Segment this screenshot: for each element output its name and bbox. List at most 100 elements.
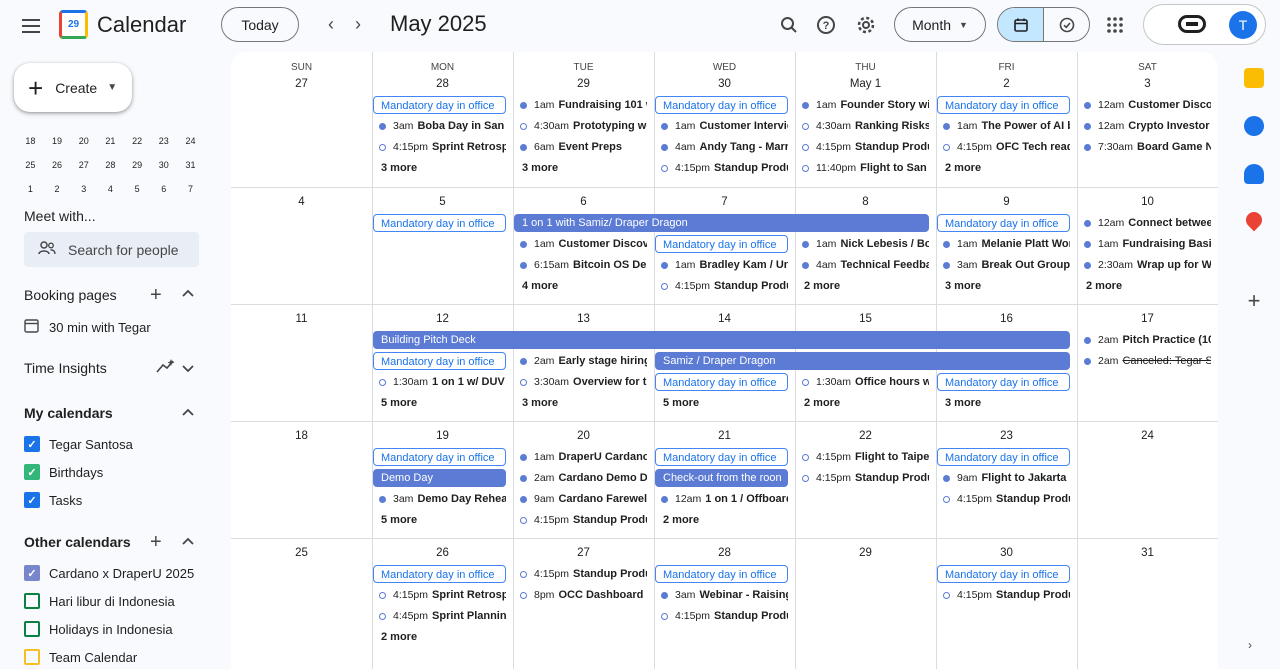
maps-icon[interactable]	[1242, 208, 1266, 232]
timed-event[interactable]: 1am Melanie Platt Work	[937, 235, 1070, 253]
timed-event[interactable]: 12am1 on 1 / Offboardir	[655, 490, 788, 508]
apps-grid-icon[interactable]	[1100, 10, 1130, 40]
day-number[interactable]: 29	[513, 78, 654, 90]
day-number[interactable]: 3	[1077, 78, 1218, 90]
timed-event[interactable]: 1amThe Power of AI by	[937, 117, 1070, 135]
mini-calendar-day[interactable]: 6	[150, 184, 177, 194]
all-day-event[interactable]: Mandatory day in office	[655, 565, 788, 583]
insights-sparkle-icon[interactable]	[156, 358, 176, 377]
timed-event[interactable]: 3am Webinar - Raising	[655, 586, 788, 604]
timed-event[interactable]: 8pm OCC Dashboard p	[514, 586, 647, 604]
day-number[interactable]: 12	[372, 313, 513, 325]
create-button[interactable]: + Create ▼	[14, 63, 132, 112]
more-events-link[interactable]: 2 more	[796, 394, 840, 412]
day-number[interactable]: 19	[372, 430, 513, 442]
day-number[interactable]: 23	[936, 430, 1077, 442]
day-number[interactable]: 22	[795, 430, 936, 442]
checkbox-checked-icon[interactable]: ✓	[24, 436, 40, 452]
mini-calendar-day[interactable]: 3	[70, 184, 97, 194]
add-booking-page-icon[interactable]: +	[150, 284, 162, 307]
tasks-view-icon[interactable]	[1044, 8, 1089, 41]
day-number[interactable]: 9	[936, 196, 1077, 208]
mini-calendar-day[interactable]: 2	[44, 184, 71, 194]
avatar[interactable]: T	[1229, 11, 1257, 39]
day-number[interactable]: 31	[1077, 547, 1218, 559]
checkbox-unchecked-icon[interactable]	[24, 621, 40, 637]
mini-calendar-day[interactable]: 4	[97, 184, 124, 194]
mini-calendar-day[interactable]: 18	[17, 136, 44, 146]
timed-event[interactable]: 4:15pm OFC Tech readi	[937, 138, 1070, 156]
timed-event[interactable]: 12amCustomer Discove	[1078, 96, 1211, 114]
collapse-chevron-icon[interactable]	[181, 406, 195, 423]
timed-event[interactable]: 1amDraperU Cardano E	[514, 448, 647, 466]
all-day-event[interactable]: Mandatory day in office	[655, 373, 788, 391]
timed-event[interactable]: 3amBoba Day in San M	[373, 117, 506, 135]
all-day-event[interactable]: Mandatory day in office	[373, 448, 506, 466]
timed-event[interactable]: 2amEarly stage hiring c	[514, 352, 647, 370]
day-number[interactable]: 21	[654, 430, 795, 442]
mini-calendar-day[interactable]: 23	[150, 136, 177, 146]
other-calendar-item[interactable]: Hari libur di Indonesia	[24, 593, 175, 609]
mini-calendar-day[interactable]: 21	[97, 136, 124, 146]
search-people-input[interactable]: Search for people	[24, 232, 199, 267]
timed-event[interactable]: 9amCardano Farewell L	[514, 490, 647, 508]
day-number[interactable]: 28	[372, 78, 513, 90]
more-events-link[interactable]: 5 more	[373, 394, 417, 412]
timed-event[interactable]: 6:15amBitcoin OS Dem	[514, 256, 647, 274]
all-day-event[interactable]: Mandatory day in office	[373, 96, 506, 114]
next-month-icon[interactable]: ›	[345, 11, 371, 37]
show-side-panel-chevron-icon[interactable]: ›	[1248, 638, 1252, 652]
mini-calendar-day[interactable]: 25	[17, 160, 44, 170]
all-day-event[interactable]: Mandatory day in office	[373, 565, 506, 583]
mini-calendar-day[interactable]: 29	[124, 160, 151, 170]
day-number[interactable]: 27	[513, 547, 654, 559]
other-calendar-item[interactable]: Team Calendar	[24, 649, 137, 665]
day-number[interactable]: 30	[936, 547, 1077, 559]
timed-event[interactable]: 1amCustomer Discover	[514, 235, 647, 253]
all-day-event[interactable]: Mandatory day in office	[937, 96, 1070, 114]
day-number[interactable]: 7	[654, 196, 795, 208]
day-number[interactable]: 8	[795, 196, 936, 208]
settings-gear-icon[interactable]	[851, 10, 881, 40]
all-day-event-filled[interactable]: Check-out from the roon	[655, 469, 788, 487]
more-events-link[interactable]: 3 more	[373, 159, 417, 177]
more-events-link[interactable]: 2 more	[655, 511, 699, 529]
timed-event[interactable]: 4:45pm Sprint Planning	[373, 607, 506, 625]
calendar-view-icon[interactable]	[998, 8, 1044, 41]
timed-event[interactable]: 6am Event Preps	[514, 138, 647, 156]
all-day-event[interactable]: Mandatory day in office	[373, 214, 506, 232]
timed-event[interactable]: 4:15pmStandup Produc	[655, 277, 788, 295]
my-calendar-item[interactable]: ✓ Tegar Santosa	[24, 436, 133, 452]
day-number[interactable]: 24	[1077, 430, 1218, 442]
timed-event[interactable]: 4:15pmStandup Produc	[796, 469, 929, 487]
checkbox-checked-icon[interactable]: ✓	[24, 464, 40, 480]
timed-event[interactable]: 1amNick Lebesis / Boar	[796, 235, 929, 253]
day-number[interactable]: 28	[654, 547, 795, 559]
checkbox-checked-icon[interactable]: ✓	[24, 492, 40, 508]
day-number[interactable]: 13	[513, 313, 654, 325]
day-number[interactable]: 20	[513, 430, 654, 442]
timed-event[interactable]: 4:15pmSprint Retrospe	[373, 586, 506, 604]
day-number[interactable]: 27	[231, 78, 372, 90]
timed-event[interactable]: 4:15pmFlight to Taipei (	[796, 448, 929, 466]
multi-day-event[interactable]: 1 on 1 with Samiz/ Draper Dragon	[514, 214, 929, 232]
timed-event[interactable]: 3amDemo Day Rehears	[373, 490, 506, 508]
other-calendar-item[interactable]: Holidays in Indonesia	[24, 621, 173, 637]
day-number[interactable]: 26	[372, 547, 513, 559]
day-number[interactable]: 16	[936, 313, 1077, 325]
mini-calendar-day[interactable]: 22	[124, 136, 151, 146]
timed-event[interactable]: 12amCrypto Investor G	[1078, 117, 1211, 135]
mini-calendar-day[interactable]: 31	[177, 160, 204, 170]
timed-event[interactable]: 1amBradley Kam / Unst	[655, 256, 788, 274]
mini-calendar-day[interactable]: 19	[44, 136, 71, 146]
more-events-link[interactable]: 2 more	[373, 628, 417, 646]
timed-event[interactable]: 1:30am1 on 1 w/ DUV Te	[373, 373, 506, 391]
mini-calendar-day[interactable]: 26	[44, 160, 71, 170]
more-events-link[interactable]: 3 more	[514, 394, 558, 412]
day-number[interactable]: 6	[513, 196, 654, 208]
timed-event[interactable]: 9amFlight to Jakarta (E	[937, 469, 1070, 487]
checkbox-unchecked-icon[interactable]	[24, 593, 40, 609]
all-day-event[interactable]: Mandatory day in office	[937, 214, 1070, 232]
other-calendar-item[interactable]: ✓ Cardano x DraperU 2025	[24, 565, 194, 581]
tasks-icon[interactable]	[1244, 116, 1264, 136]
